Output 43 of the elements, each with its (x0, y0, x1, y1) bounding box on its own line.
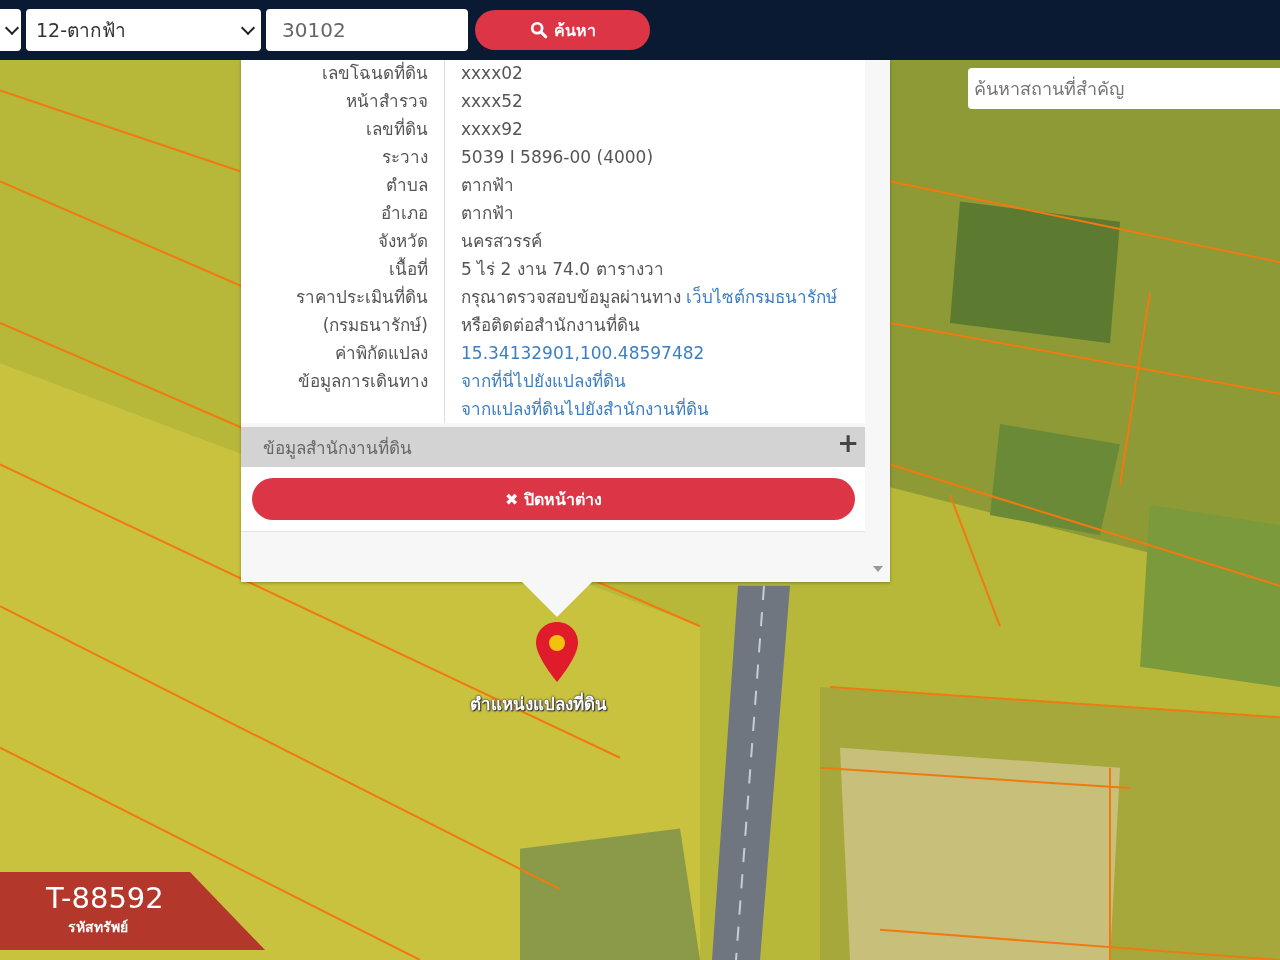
map-pin-icon (534, 620, 580, 684)
code-caption: รหัสทรัพย์ (68, 918, 128, 937)
close-icon: ✖ (505, 489, 519, 509)
field-label: ราคาประเมินที่ดิน (241, 283, 445, 311)
field-label: เนื้อที่ (241, 255, 445, 283)
place-search-field[interactable]: ค้นหาสถานที่สำคัญ (968, 68, 1280, 109)
select-field[interactable] (0, 9, 21, 51)
field-label: เลขที่ดิน (241, 115, 445, 143)
field-label: จังหวัด (241, 227, 445, 255)
field-label: ระวาง (241, 143, 445, 171)
close-window-button[interactable]: ✖ ปิดหน้าต่าง (252, 478, 855, 520)
link[interactable]: 15.34132901,100.48597482 (461, 343, 705, 363)
marker-label: ตำแหน่งแปลงที่ดิน (470, 691, 607, 716)
field-label: ตำบล (241, 171, 445, 199)
field-value: 5 ไร่ 2 งาน 74.0 ตารางวา (461, 258, 665, 281)
scroll-down-icon (873, 566, 883, 572)
parcel-number-field[interactable]: 30102 (266, 9, 468, 51)
field-label: อำเภอ (241, 199, 445, 227)
search-button[interactable]: ค้นหา (475, 10, 650, 50)
field-value: ตากฟ้า (461, 174, 515, 197)
district-select[interactable]: 12-ตากฟ้า (26, 9, 261, 51)
field-label: เลขโฉนดที่ดิน (241, 60, 445, 87)
select-value: 12-ตากฟ้า (36, 18, 127, 43)
field-value: หรือติดต่อสำนักงานที่ดิน (461, 312, 641, 337)
search-icon (529, 21, 548, 39)
field-label: ค่าพิกัดแปลง (241, 339, 445, 367)
field-value: กรุณาตรวจสอบข้อมูลผ่านทาง เว็บไซต์กรมธนารักษ์ (461, 285, 839, 310)
field-value: 5039 I 5896-00 (4000) (461, 146, 655, 169)
field-value: xxxx92 (461, 118, 524, 141)
link[interactable]: เว็บไซต์กรมธนารักษ์ (686, 287, 838, 307)
field-value: นครสวรรค์ (461, 230, 543, 253)
field-label: (กรมธนารักษ์) (241, 311, 445, 339)
field-value: xxxx02 (461, 62, 524, 85)
property-code: T-88592 (46, 880, 164, 916)
link[interactable]: จากที่นี่ไปยังแปลงที่ดิน (461, 371, 626, 391)
section-header[interactable]: ข้อมูลสำนักงานที่ดิน + (241, 427, 865, 467)
section-title: ข้อมูลสำนักงานที่ดิน (263, 435, 412, 461)
field-label: ข้อมูลการเดินทาง (241, 367, 445, 423)
field-value: ตากฟ้า (461, 202, 515, 225)
field-value: xxxx52 (461, 90, 524, 113)
link[interactable]: จากแปลงที่ดินไปยังสำนักงานที่ดิน (461, 399, 709, 419)
expand-icon: + (837, 427, 859, 459)
field-label: หน้าสำรวจ (241, 87, 445, 115)
